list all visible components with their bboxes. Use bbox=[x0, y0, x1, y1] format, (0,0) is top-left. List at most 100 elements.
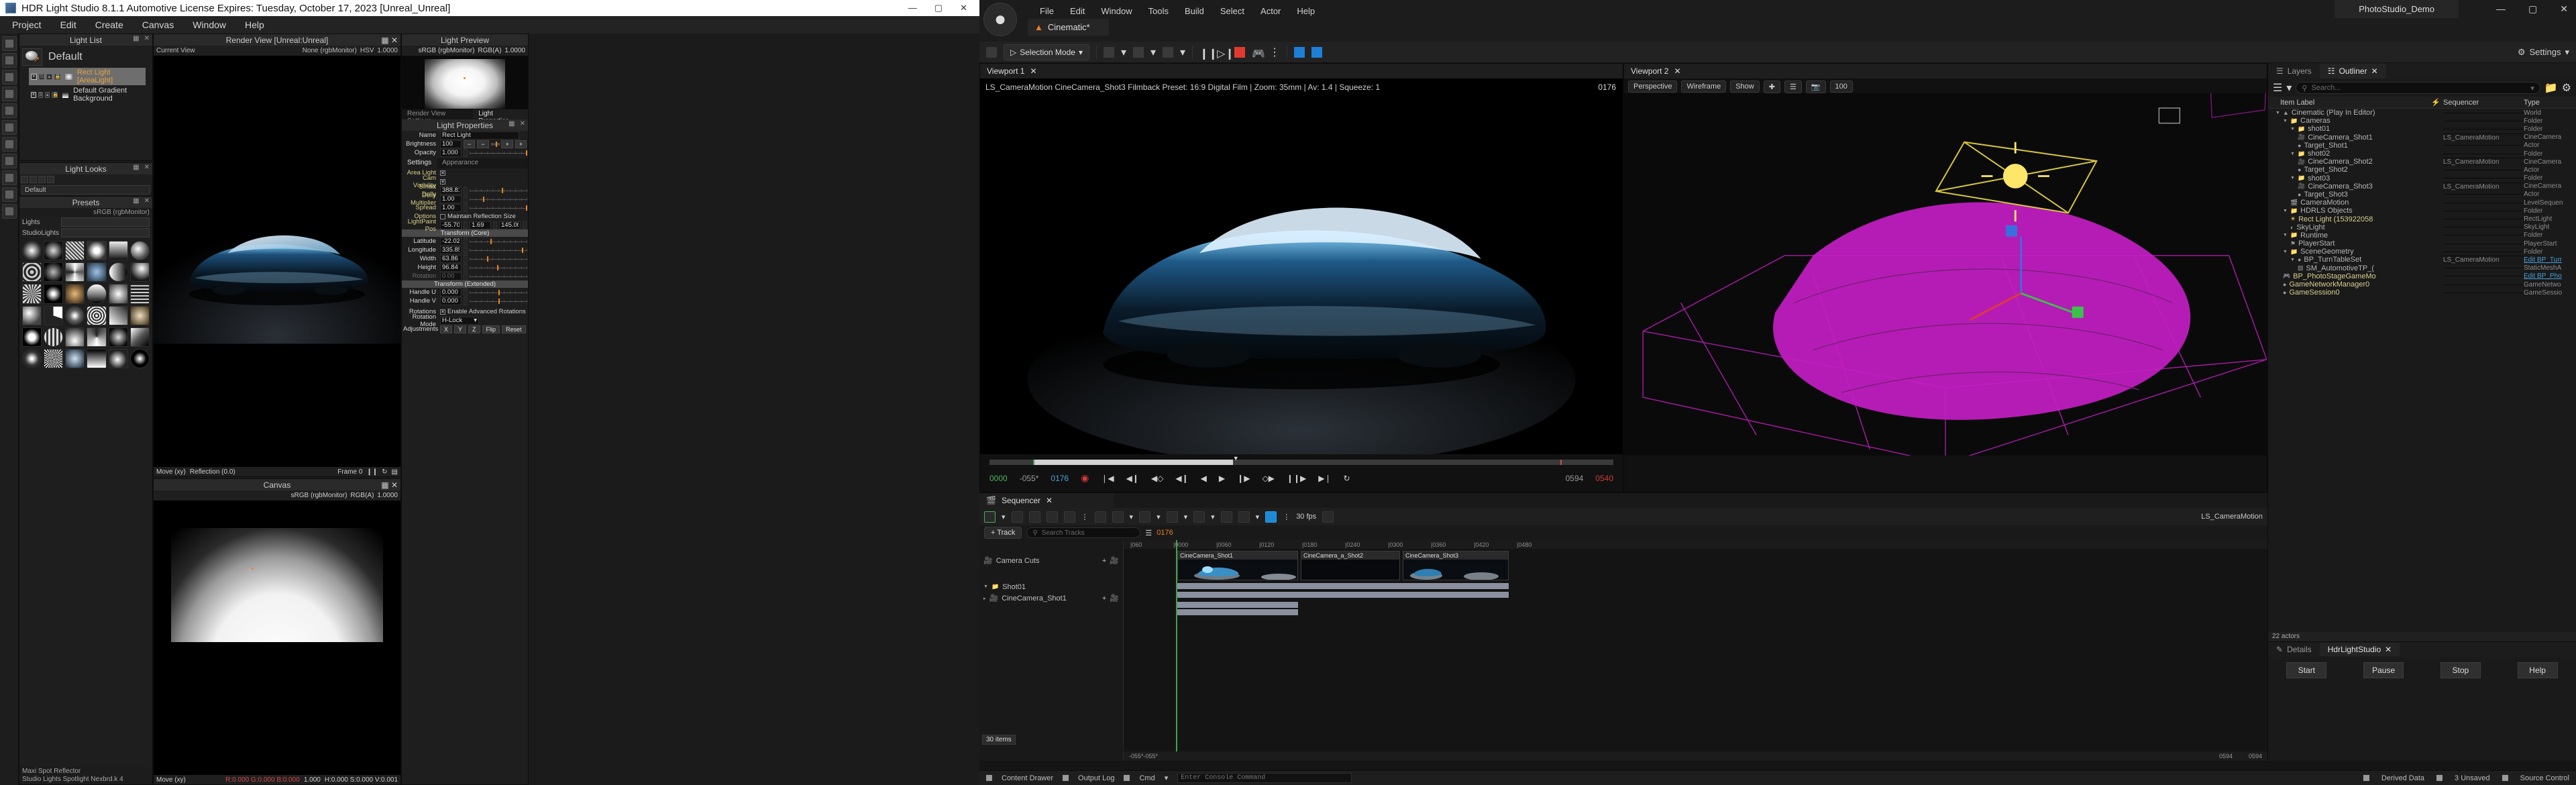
brightness-minus-button[interactable]: − bbox=[464, 140, 476, 148]
track-shot01[interactable]: ▼ 📁 Shot01 bbox=[979, 581, 1123, 592]
table-row[interactable]: 🎥 CineCamera_Shot3 LS_CameraMotion CineCame… bbox=[2268, 182, 2576, 191]
tab-details[interactable]: ✎ Details bbox=[2268, 643, 2320, 656]
brightness-minus-small-button[interactable]: − bbox=[477, 140, 489, 148]
frame-rate-options-icon[interactable] bbox=[1322, 511, 1334, 523]
console-command-input[interactable] bbox=[1177, 773, 1352, 783]
brightness-plus-small-button[interactable]: + bbox=[501, 140, 513, 148]
float-icon[interactable]: ▦ bbox=[508, 120, 515, 127]
close-icon[interactable]: ✕ bbox=[2371, 66, 2378, 76]
step-back-icon[interactable]: ◀❙ bbox=[1175, 474, 1188, 483]
chevron-down-icon[interactable]: ▾ bbox=[1002, 513, 1006, 521]
filter-icon[interactable]: ☰ bbox=[1145, 529, 1152, 537]
lock-toggle-icon[interactable]: 🔒 bbox=[52, 91, 58, 98]
select-toggle-icon[interactable]: ▴ bbox=[45, 91, 50, 98]
table-row[interactable]: 🎬 CameraMotion LevelSequen bbox=[2268, 199, 2576, 207]
add-folder-icon[interactable]: 📁 bbox=[2544, 81, 2558, 95]
opacity-stepper[interactable] bbox=[464, 148, 468, 157]
stop-button[interactable]: Stop bbox=[2440, 662, 2481, 678]
find-sequence-icon[interactable] bbox=[1028, 511, 1040, 523]
transform-input[interactable] bbox=[440, 263, 462, 272]
playhead-icon[interactable]: ▼ bbox=[1233, 455, 1239, 462]
solo-toggle-icon[interactable]: S bbox=[38, 91, 44, 98]
hdr-light-studio-icon[interactable] bbox=[1294, 46, 1305, 58]
tool-area-icon[interactable] bbox=[1, 154, 17, 168]
table-row[interactable]: ● GameNetworkManager0 GameNetwo bbox=[2268, 280, 2576, 289]
chevron-down-icon[interactable]: ▾ bbox=[1184, 513, 1188, 521]
save-icon[interactable] bbox=[986, 46, 997, 58]
tab-light-properties[interactable]: Light Properties bbox=[473, 109, 528, 125]
more-options-icon[interactable]: ⋮ bbox=[1269, 46, 1280, 59]
save-look-icon[interactable] bbox=[30, 176, 37, 183]
viewport-1-tab[interactable]: Viewport 1 ✕ bbox=[980, 64, 1623, 78]
light-preview-handle[interactable] bbox=[464, 76, 466, 79]
table-row[interactable]: ▼ 📁 HDRLS Objects Folder bbox=[2268, 207, 2576, 215]
pause-icon[interactable]: ❙❙ bbox=[1199, 47, 1218, 60]
presets-studiolights-select[interactable] bbox=[61, 228, 150, 238]
jump-to-end-icon[interactable]: ▶❘ bbox=[1318, 474, 1331, 483]
setting-input[interactable] bbox=[440, 195, 462, 203]
sequencer-bar[interactable] bbox=[1177, 583, 1509, 589]
column-item-label[interactable]: Item Label bbox=[2268, 99, 2431, 107]
play-reverse-icon[interactable]: ◀ bbox=[1201, 474, 1207, 483]
key-interpolation-icon[interactable] bbox=[1193, 511, 1205, 523]
unsaved-button[interactable]: 3 Unsaved bbox=[2455, 774, 2490, 782]
transform-slider[interactable] bbox=[470, 264, 527, 272]
setting-checkbox[interactable]: ✕ bbox=[440, 178, 445, 185]
loop-icon[interactable]: ↻ bbox=[382, 468, 387, 476]
close-icon[interactable]: ✕ bbox=[960, 3, 967, 13]
preset-thumbnail[interactable] bbox=[87, 305, 107, 325]
transform-slider[interactable] bbox=[470, 289, 527, 297]
list-item[interactable]: ⚬ S ▴ 🔒 Default Gradient Background bbox=[29, 86, 146, 103]
gear-icon[interactable]: ⚙ bbox=[2562, 81, 2571, 95]
tool-mask-icon[interactable] bbox=[1, 120, 17, 135]
table-row[interactable]: ● Target_Shot1 Actor bbox=[2268, 142, 2576, 150]
preset-thumbnail[interactable] bbox=[129, 327, 150, 347]
light-preview-colorspace[interactable]: sRGB (rgbMonitor) bbox=[419, 47, 475, 54]
render-view-lut[interactable]: None (rgbMonitor) bbox=[303, 47, 357, 54]
table-row[interactable]: ▼ 📁 Runtime Folder bbox=[2268, 231, 2576, 240]
prev-key-icon[interactable]: ◀❙ bbox=[1126, 474, 1139, 483]
viewport-2-tab[interactable]: Viewport 2 ✕ bbox=[1624, 64, 2267, 78]
sequencer-range-end-2[interactable]: 0594 bbox=[2249, 753, 2262, 760]
expand-icon[interactable]: ▼ bbox=[2283, 233, 2288, 238]
transform-stepper[interactable] bbox=[464, 297, 468, 305]
adjust-y-button[interactable]: Y bbox=[454, 325, 467, 333]
create-camera-icon[interactable] bbox=[1046, 511, 1058, 523]
table-row[interactable]: ● Target_Shot3 Actor bbox=[2268, 191, 2576, 199]
refresh-look-icon[interactable] bbox=[47, 176, 54, 183]
preset-thumbnail[interactable] bbox=[22, 241, 42, 261]
canvas-colorspace[interactable]: sRGB (rgbMonitor) bbox=[291, 492, 347, 499]
snapping-toggle-icon[interactable] bbox=[1265, 511, 1277, 523]
more-options-icon[interactable]: ⋮ bbox=[1283, 513, 1290, 521]
preset-thumbnail[interactable] bbox=[22, 284, 42, 304]
table-row[interactable]: ▼ 📁 shot02 Folder bbox=[2268, 150, 2576, 158]
derived-data-button[interactable]: Derived Data bbox=[2381, 774, 2424, 782]
pause-button[interactable]: Pause bbox=[2363, 662, 2404, 678]
preset-thumbnail[interactable] bbox=[22, 348, 42, 369]
sequencer-range-end[interactable]: 0594 bbox=[2219, 753, 2233, 760]
tool-select-icon[interactable] bbox=[1, 36, 17, 51]
preset-thumbnail[interactable] bbox=[22, 327, 42, 347]
menu-actor[interactable]: Actor bbox=[1252, 4, 1289, 18]
preset-thumbnail[interactable] bbox=[108, 284, 128, 304]
adjust-x-button[interactable]: X bbox=[440, 325, 453, 333]
lightpaint-z-stepper[interactable] bbox=[523, 221, 527, 229]
close-icon[interactable]: ✕ bbox=[520, 120, 525, 127]
expand-icon[interactable]: ▼ bbox=[2283, 250, 2288, 254]
expand-icon[interactable]: ▼ bbox=[2290, 176, 2295, 180]
table-row[interactable]: 🎮 BP_PhotoStageGameMo Edit BP_Pho bbox=[2268, 272, 2576, 280]
table-row[interactable]: ● GameSession0 GameSessio bbox=[2268, 289, 2576, 297]
sequencer-ruler[interactable]: |060 |0000 |0060 |0120 |0180 |0240 |0300 |0360 |… bbox=[1124, 540, 2267, 549]
table-row[interactable]: ▼ 📁 Cameras Folder bbox=[2268, 117, 2576, 125]
tab-hdrlightstudio[interactable]: HdrLightStudio ✕ bbox=[2319, 643, 2400, 656]
add-track-button[interactable]: + Track bbox=[984, 527, 1022, 539]
stop-icon[interactable] bbox=[1234, 46, 1246, 58]
source-control-button[interactable]: Source Control bbox=[2520, 774, 2569, 782]
solo-toggle-icon[interactable]: S bbox=[38, 73, 45, 80]
close-icon[interactable]: ✕ bbox=[144, 197, 150, 205]
transform-input[interactable] bbox=[440, 288, 462, 297]
start-button[interactable]: Start bbox=[2286, 662, 2327, 678]
chevron-down-icon[interactable]: ▾ bbox=[1157, 513, 1161, 521]
wireframe-button[interactable]: Wireframe bbox=[1681, 81, 1727, 93]
setting-slider[interactable] bbox=[470, 204, 528, 212]
